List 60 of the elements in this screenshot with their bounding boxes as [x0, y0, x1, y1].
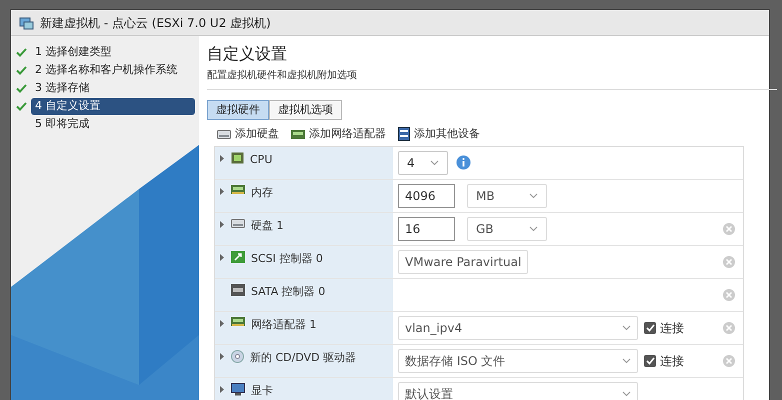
expand-arrow-icon[interactable]	[220, 254, 224, 260]
expand-arrow-icon[interactable]	[220, 352, 224, 360]
chip-icon	[231, 152, 244, 164]
step-item[interactable]: 2 选择名称和客户机操作系统	[31, 62, 195, 79]
tab[interactable]: 虚拟硬件	[207, 100, 269, 120]
controller-icon	[231, 250, 245, 262]
device-icon	[398, 127, 410, 142]
expand-arrow-icon[interactable]	[220, 154, 224, 162]
dropdown-select[interactable]: 默认设置	[398, 382, 638, 400]
circuit-board-icon	[231, 184, 245, 194]
device-label: SCSI 控制器 0	[251, 250, 323, 266]
cpu-select[interactable]: 4	[398, 150, 448, 174]
chevron-down-icon	[622, 324, 631, 330]
device-label: CPU	[250, 152, 272, 168]
monitor-icon	[231, 382, 245, 396]
hard-drive-icon	[231, 218, 245, 228]
toolbar-button[interactable]: 添加其他设备	[398, 126, 480, 142]
chevron-down-icon	[430, 160, 439, 166]
controller-icon	[231, 284, 245, 296]
connect-label: 连接	[660, 352, 684, 370]
device-label: 硬盘 1	[251, 218, 284, 234]
device-label: 新的 CD/DVD 驱动器	[250, 350, 356, 366]
chevron-down-icon	[529, 192, 538, 198]
toolbar-button[interactable]: 添加网络适配器	[291, 126, 386, 142]
step-item[interactable]: 3 选择存储	[31, 80, 195, 97]
step-item[interactable]: 5 即将完成	[31, 116, 195, 133]
expand-arrow-icon[interactable]	[220, 188, 224, 194]
expand-arrow-icon[interactable]	[220, 386, 224, 392]
vm-icon	[19, 16, 34, 30]
device-label: SATA 控制器 0	[251, 284, 326, 300]
controller-type-field[interactable]: VMware Paravirtual	[398, 250, 528, 274]
hard-drive-icon	[217, 129, 231, 140]
unit-select[interactable]: GB	[467, 216, 547, 240]
expand-arrow-icon[interactable]	[220, 320, 224, 326]
step-item[interactable]: 1 选择创建类型	[31, 44, 195, 61]
dropdown-select[interactable]: 数据存储 ISO 文件	[398, 348, 638, 372]
connect-label: 连接	[660, 320, 684, 336]
unit-select[interactable]: MB	[467, 184, 547, 208]
device-label: 内存	[251, 184, 273, 200]
chevron-down-icon	[622, 358, 631, 364]
chevron-down-icon	[622, 390, 631, 396]
page-title: 自定义设置	[207, 43, 288, 65]
step-item[interactable]: 4 自定义设置	[31, 98, 195, 115]
device-label: 显卡	[251, 382, 273, 398]
connect-checkbox[interactable]	[644, 322, 656, 334]
dropdown-select[interactable]: vlan_ipv4	[398, 316, 638, 340]
device-label: 网络适配器 1	[251, 316, 316, 332]
toolbar-button[interactable]: 添加硬盘	[217, 126, 279, 142]
circuit-board-icon	[291, 130, 305, 139]
disc-icon	[231, 350, 244, 362]
window-title: 新建虚拟机 - 点心云 (ESXi 7.0 U2 虚拟机)	[40, 14, 271, 32]
page-subtitle: 配置虚拟机硬件和虚拟机附加选项	[207, 68, 777, 90]
expand-arrow-icon[interactable]	[220, 220, 224, 228]
size-input[interactable]: 4096	[398, 184, 455, 208]
connect-checkbox[interactable]	[644, 354, 656, 366]
info-icon[interactable]	[456, 155, 471, 170]
tab[interactable]: 虚拟机选项	[269, 100, 342, 120]
circuit-board-icon	[231, 316, 245, 326]
size-input[interactable]: 16	[398, 216, 455, 240]
chevron-down-icon	[529, 226, 538, 232]
